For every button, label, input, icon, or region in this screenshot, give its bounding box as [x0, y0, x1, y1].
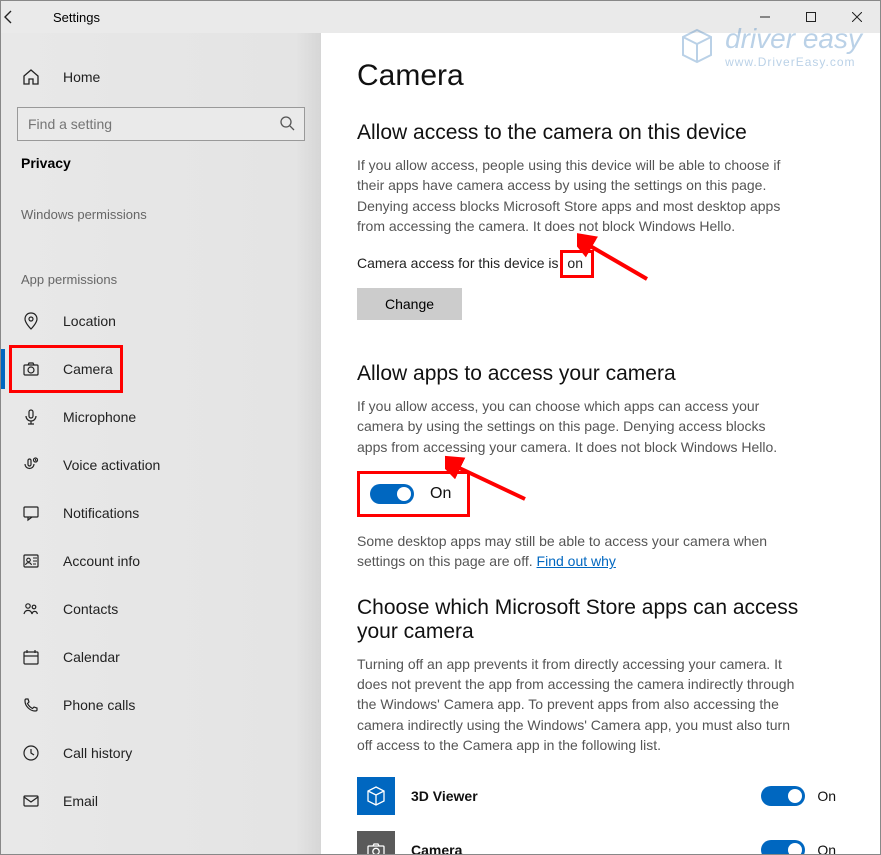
- sidebar-home[interactable]: Home: [1, 53, 321, 101]
- app-toggle-3d-viewer[interactable]: [761, 786, 805, 806]
- app-name: 3D Viewer: [411, 788, 745, 804]
- main-content: Camera Allow access to the camera on thi…: [321, 33, 880, 854]
- sidebar-item-label: Email: [63, 793, 98, 809]
- sidebar-section-windows-permissions: Windows permissions: [1, 185, 321, 232]
- app-row-3d-viewer: 3D Viewer On: [357, 769, 836, 823]
- app-row-camera: Camera On: [357, 823, 836, 854]
- camera-app-icon: [357, 831, 395, 854]
- sidebar-item-label: Voice activation: [63, 457, 160, 473]
- voice-activation-icon: [21, 455, 41, 475]
- titlebar: Settings: [1, 1, 880, 33]
- sidebar-category: Privacy: [1, 155, 321, 185]
- sidebar-item-account-info[interactable]: Account info: [1, 537, 321, 585]
- sidebar-item-label: Camera: [63, 361, 113, 377]
- sidebar-item-label: Call history: [63, 745, 132, 761]
- sidebar-item-contacts[interactable]: Contacts: [1, 585, 321, 633]
- phone-icon: [21, 695, 41, 715]
- contacts-icon: [21, 599, 41, 619]
- 3d-viewer-icon: [357, 777, 395, 815]
- sidebar-item-label: Contacts: [63, 601, 118, 617]
- sidebar: Home Privacy Windows permissions App per…: [1, 33, 321, 854]
- annotation-box: on: [560, 250, 594, 278]
- device-access-status: Camera access for this device is on: [357, 250, 836, 278]
- apps-access-note: Some desktop apps may still be able to a…: [357, 531, 797, 572]
- sidebar-home-label: Home: [63, 69, 100, 85]
- sidebar-section-app-permissions: App permissions: [1, 232, 321, 297]
- sidebar-item-label: Phone calls: [63, 697, 135, 713]
- sidebar-item-label: Location: [63, 313, 116, 329]
- sidebar-item-location[interactable]: Location: [1, 297, 321, 345]
- app-toggle-label: On: [817, 788, 836, 804]
- email-icon: [21, 791, 41, 811]
- call-history-icon: [21, 743, 41, 763]
- sidebar-item-label: Microphone: [63, 409, 136, 425]
- sidebar-item-microphone[interactable]: Microphone: [1, 393, 321, 441]
- find-out-why-link[interactable]: Find out why: [537, 553, 616, 569]
- apps-access-toggle-label: On: [430, 485, 451, 503]
- sidebar-item-email[interactable]: Email: [1, 777, 321, 825]
- home-icon: [21, 67, 41, 87]
- app-toggle-camera[interactable]: [761, 840, 805, 854]
- apps-access-toggle-row: On: [357, 471, 470, 517]
- section-body-apps-access: If you allow access, you can choose whic…: [357, 396, 797, 457]
- sidebar-item-label: Account info: [63, 553, 140, 569]
- back-button[interactable]: [1, 9, 47, 25]
- section-body-device-access: If you allow access, people using this d…: [357, 155, 797, 236]
- location-icon: [21, 311, 41, 331]
- page-title: Camera: [357, 59, 836, 93]
- app-toggle-label: On: [817, 842, 836, 854]
- microphone-icon: [21, 407, 41, 427]
- apps-access-toggle[interactable]: [370, 484, 414, 504]
- sidebar-item-camera[interactable]: Camera: [1, 345, 321, 393]
- close-button[interactable]: [834, 1, 880, 33]
- search-icon: [279, 115, 295, 131]
- change-button[interactable]: Change: [357, 288, 462, 320]
- section-heading-apps-access: Allow apps to access your camera: [357, 362, 836, 386]
- calendar-icon: [21, 647, 41, 667]
- sidebar-item-label: Calendar: [63, 649, 120, 665]
- sidebar-item-notifications[interactable]: Notifications: [1, 489, 321, 537]
- sidebar-item-calendar[interactable]: Calendar: [1, 633, 321, 681]
- window-title: Settings: [47, 10, 742, 25]
- account-info-icon: [21, 551, 41, 571]
- search-field[interactable]: [17, 107, 305, 141]
- sidebar-item-call-history[interactable]: Call history: [1, 729, 321, 777]
- sidebar-item-label: Notifications: [63, 505, 139, 521]
- section-body-store-apps: Turning off an app prevents it from dire…: [357, 654, 797, 755]
- app-name: Camera: [411, 842, 745, 854]
- search-input[interactable]: [17, 107, 305, 141]
- minimize-button[interactable]: [742, 1, 788, 33]
- section-heading-store-apps: Choose which Microsoft Store apps can ac…: [357, 596, 836, 644]
- maximize-button[interactable]: [788, 1, 834, 33]
- sidebar-item-voice-activation[interactable]: Voice activation: [1, 441, 321, 489]
- section-heading-device-access: Allow access to the camera on this devic…: [357, 121, 836, 145]
- camera-icon: [21, 359, 41, 379]
- notifications-icon: [21, 503, 41, 523]
- sidebar-item-phone-calls[interactable]: Phone calls: [1, 681, 321, 729]
